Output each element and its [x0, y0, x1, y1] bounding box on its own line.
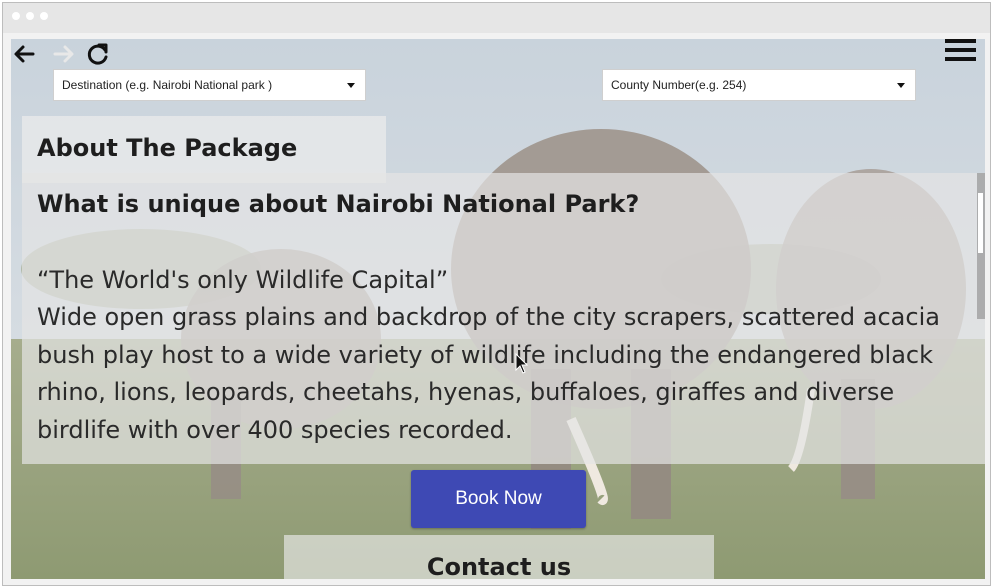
contact-us-link[interactable]: Contact us: [426, 553, 572, 579]
package-description-box: What is unique about Nairobi National Pa…: [22, 173, 985, 464]
content-scrollbar[interactable]: [977, 173, 985, 319]
arrow-left-icon: [14, 45, 35, 63]
destination-select-text: Destination (e.g. Nairobi National park …: [62, 78, 273, 92]
page-viewport: Destination (e.g. Nairobi National park …: [11, 39, 985, 579]
hamburger-menu-icon: [945, 39, 976, 61]
reload-button[interactable]: [84, 41, 112, 67]
destination-select[interactable]: Destination (e.g. Nairobi National park …: [53, 69, 366, 101]
reload-icon: [87, 43, 108, 65]
package-description: Wide open grass plains and backdrop of t…: [37, 303, 940, 444]
menu-button[interactable]: [943, 39, 979, 67]
book-now-button[interactable]: Book Now: [411, 470, 586, 528]
scrollbar-thumb[interactable]: [978, 193, 983, 253]
mouse-cursor-icon: [515, 353, 529, 374]
package-heading: About The Package: [37, 134, 298, 162]
back-button[interactable]: [11, 41, 39, 67]
county-select-text: County Number(e.g. 254): [611, 78, 747, 92]
dropdown-caret-icon: [347, 83, 355, 88]
package-question: What is unique about Nairobi National Pa…: [37, 190, 640, 218]
contact-us-container: Contact us: [284, 553, 714, 579]
forward-button[interactable]: [49, 41, 77, 67]
contact-section: Contact us: [284, 535, 714, 579]
county-number-select[interactable]: County Number(e.g. 254): [602, 69, 916, 101]
window-dot[interactable]: [40, 12, 48, 20]
title-bar: [3, 3, 990, 33]
browser-window: Destination (e.g. Nairobi National park …: [2, 2, 991, 586]
window-dot[interactable]: [12, 12, 20, 20]
arrow-right-icon: [53, 45, 74, 63]
window-dot[interactable]: [26, 12, 34, 20]
dropdown-caret-icon: [897, 83, 905, 88]
package-quote: “The World's only Wildlife Capital”: [37, 266, 449, 294]
